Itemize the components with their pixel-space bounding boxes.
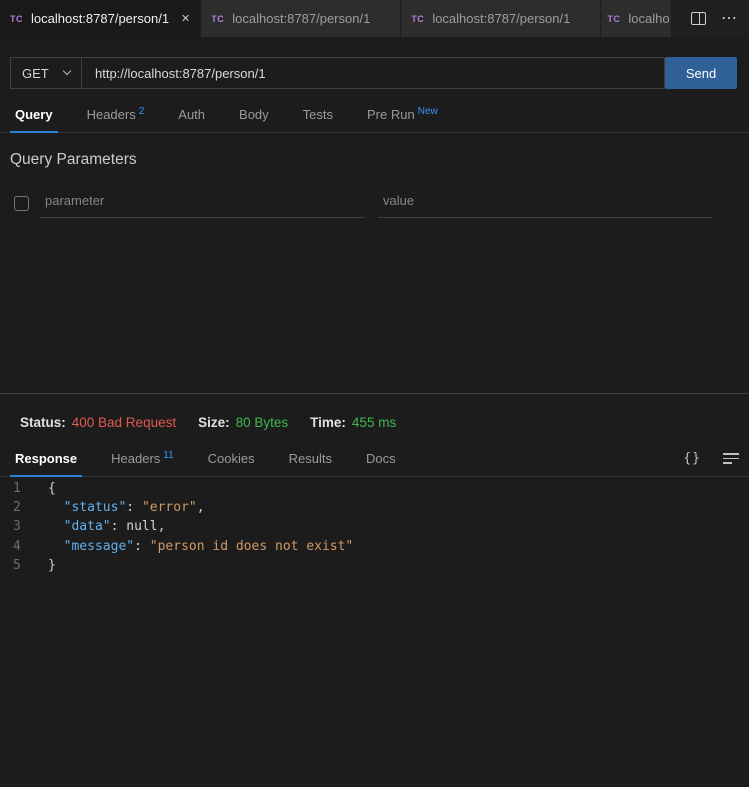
line-number: 5 (0, 556, 23, 575)
param-checkbox[interactable] (14, 196, 29, 211)
parameter-input[interactable] (40, 189, 365, 218)
tab-results[interactable]: Results (287, 451, 334, 476)
request-panel: GET Send Query Headers2 Auth Body Tests … (0, 57, 749, 393)
size-item: Size: 80 Bytes (198, 415, 288, 430)
query-parameters-title: Query Parameters (10, 151, 749, 169)
new-badge: New (418, 106, 438, 117)
editor-tab-label: localhost:8787/person/1 (232, 11, 370, 26)
tab-label: Results (289, 451, 332, 466)
response-status-row: Status: 400 Bad Request Size: 80 Bytes T… (20, 415, 749, 430)
tab-response-headers[interactable]: Headers11 (109, 451, 176, 476)
size-label: Size: (198, 415, 230, 430)
line-number: 4 (0, 537, 23, 556)
editor-tab-2[interactable]: TC localhost:8787/person/1 (201, 0, 401, 37)
tab-label: Response (15, 451, 77, 466)
tab-label: Docs (366, 451, 396, 466)
tab-label: Body (239, 107, 269, 122)
query-parameter-row (14, 189, 737, 218)
editor-tab-label: localhost:8787/person/1 (31, 11, 169, 26)
request-tabs: Query Headers2 Auth Body Tests Pre RunNe… (0, 101, 749, 133)
tab-tests[interactable]: Tests (301, 107, 335, 132)
response-toolbar: {} (683, 451, 739, 476)
editor-tab-1[interactable]: TC localhost:8787/person/1 ✕ (0, 0, 201, 37)
time-label: Time: (310, 415, 346, 430)
code-line: 4 "message": "person id does not exist" (0, 537, 749, 556)
editor-tab-3[interactable]: TC localhost:8787/person/1 (401, 0, 601, 37)
time-item: Time: 455 ms (310, 415, 396, 430)
method-value: GET (22, 66, 49, 81)
line-number: 1 (0, 479, 23, 498)
tab-label: Tests (303, 107, 333, 122)
editor-tab-label: localho (628, 11, 669, 26)
tab-label: Headers (111, 451, 160, 466)
thunder-client-icon: TC (411, 14, 424, 24)
raw-lines-icon[interactable] (723, 453, 739, 463)
thunder-client-icon: TC (10, 14, 23, 24)
panel-divider[interactable] (0, 393, 749, 394)
tab-body[interactable]: Body (237, 107, 271, 132)
thunder-client-icon: TC (607, 14, 620, 24)
send-button[interactable]: Send (665, 57, 737, 89)
value-input[interactable] (378, 189, 712, 218)
status-value: 400 Bad Request (72, 415, 176, 430)
tab-headers[interactable]: Headers2 (85, 107, 147, 132)
tab-pre-run[interactable]: Pre RunNew (365, 107, 440, 132)
size-value: 80 Bytes (236, 415, 289, 430)
method-select[interactable]: GET (10, 57, 81, 89)
tab-cookies[interactable]: Cookies (206, 451, 257, 476)
response-body-code: 1{2 "status": "error",3 "data": null,4 "… (0, 479, 749, 575)
close-icon[interactable]: ✕ (181, 12, 190, 25)
split-editor-icon[interactable] (691, 12, 706, 25)
status-item: Status: 400 Bad Request (20, 415, 176, 430)
headers-count-badge: 2 (139, 106, 145, 117)
editor-tab-label: localhost:8787/person/1 (432, 11, 570, 26)
tab-label: Query (15, 107, 53, 122)
tab-query[interactable]: Query (13, 107, 55, 132)
code-line: 2 "status": "error", (0, 498, 749, 517)
request-url-row: GET Send (10, 57, 737, 89)
tab-label: Pre Run (367, 107, 415, 122)
editor-actions: ⋯ (679, 0, 749, 37)
tab-label: Headers (87, 107, 136, 122)
tab-label: Cookies (208, 451, 255, 466)
editor-tab-bar: TC localhost:8787/person/1 ✕ TC localhos… (0, 0, 749, 37)
code-line: 5} (0, 556, 749, 575)
line-number: 2 (0, 498, 23, 517)
more-actions-icon[interactable]: ⋯ (721, 11, 737, 27)
url-input[interactable] (81, 57, 665, 89)
code-line: 1{ (0, 479, 749, 498)
chevron-down-icon (63, 67, 71, 75)
code-line: 3 "data": null, (0, 517, 749, 536)
tab-docs[interactable]: Docs (364, 451, 398, 476)
editor-tab-4[interactable]: TC localho (601, 0, 672, 37)
tab-label: Auth (178, 107, 205, 122)
headers-count-badge: 11 (163, 450, 173, 461)
tab-response[interactable]: Response (13, 451, 79, 476)
tab-auth[interactable]: Auth (176, 107, 207, 132)
thunder-client-icon: TC (211, 14, 224, 24)
line-number: 3 (0, 517, 23, 536)
format-json-icon[interactable]: {} (683, 451, 701, 466)
time-value: 455 ms (352, 415, 396, 430)
response-tabs: Response Headers11 Cookies Results Docs … (0, 445, 749, 477)
status-label: Status: (20, 415, 66, 430)
response-panel: Status: 400 Bad Request Size: 80 Bytes T… (0, 415, 749, 575)
